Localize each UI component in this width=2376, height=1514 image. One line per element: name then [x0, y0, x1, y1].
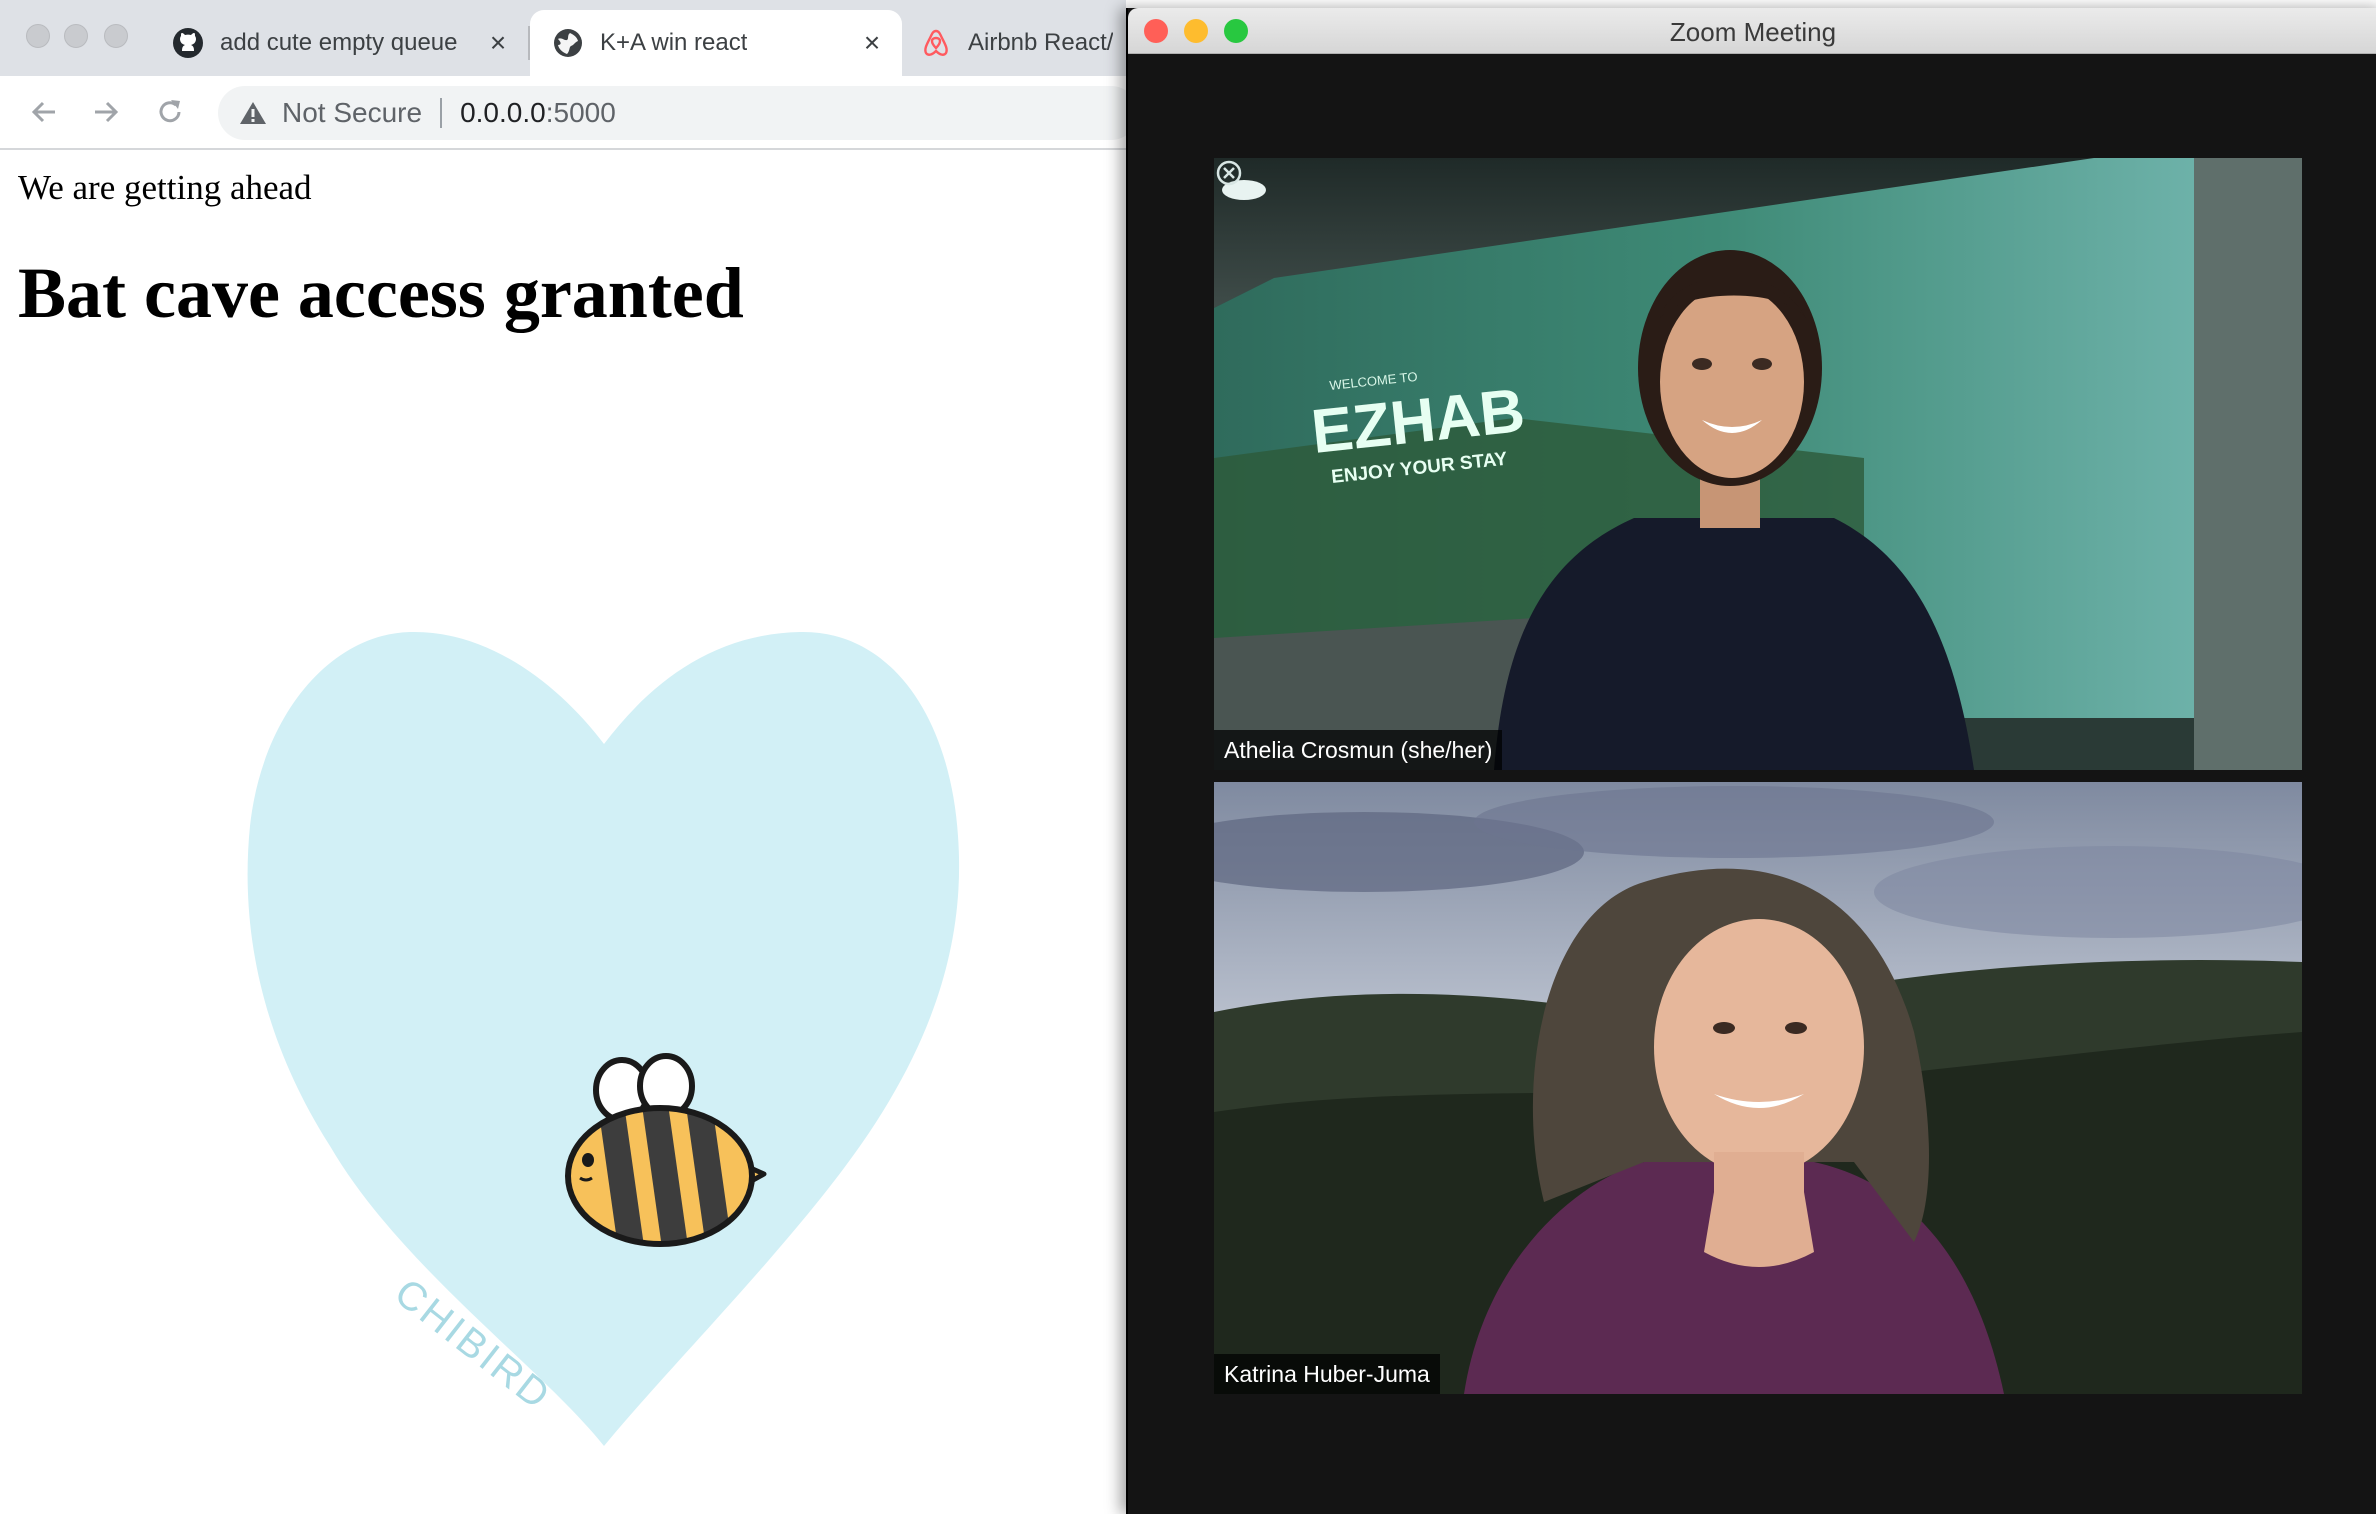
participant-name-label: Katrina Huber-Juma [1214, 1354, 1440, 1394]
reload-icon [159, 100, 181, 123]
tab-title: K+A win react [600, 29, 748, 56]
browser-minimize-button[interactable] [64, 24, 88, 48]
zoom-window: Zoom Meeting WELCOME TO EZHAB ENJOY YOUR… [1126, 8, 2376, 1514]
address-divider [440, 98, 443, 128]
arrow-left-icon [31, 101, 55, 123]
globe-icon [554, 29, 582, 57]
heart-shape [247, 631, 960, 1446]
forward-button[interactable] [84, 90, 128, 134]
video-feed: WELCOME TO EZHAB ENJOY YOUR STAY [1214, 158, 2302, 770]
tab-k-a-win-react[interactable]: K+A win react × [530, 10, 902, 76]
browser-window: add cute empty queue × K+A win react × A… [0, 0, 1126, 1514]
airbnb-icon [924, 29, 948, 56]
zoom-window-title: Zoom Meeting [1669, 17, 1837, 47]
browser-zoom-button[interactable] [104, 24, 128, 48]
video-feed [1214, 782, 2302, 1394]
video-tile-katrina[interactable]: Katrina Huber-Juma [1214, 782, 2302, 1394]
participant-name-label: Athelia Crosmun (she/her) [1214, 730, 1503, 770]
reload-button[interactable] [148, 90, 192, 134]
browser-toolbar: Not Secure 0.0.0.0:5000 [0, 76, 1126, 150]
security-label: Not Secure [282, 97, 423, 128]
warning-icon [240, 102, 266, 124]
back-button[interactable] [22, 90, 66, 134]
page-content: We are getting ahead Bat cave access gra… [0, 152, 1126, 1514]
arrow-right-icon [95, 101, 119, 123]
close-video-icon[interactable] [1214, 158, 1244, 188]
close-tab-icon[interactable]: × [482, 27, 514, 59]
browser-close-button[interactable] [26, 24, 50, 48]
github-icon [173, 28, 203, 58]
tab-title: Airbnb React/ [968, 29, 1114, 56]
tab-airbnb[interactable]: Airbnb React/ [920, 10, 1126, 76]
bee-heart-image: CHIBIRD [240, 626, 970, 1446]
zoom-titlebar[interactable]: Zoom Meeting [1128, 8, 2376, 54]
url-host: 0.0.0.0 [460, 97, 546, 128]
tab-strip: add cute empty queue × K+A win react × A… [0, 0, 1126, 76]
video-tile-athelia[interactable]: WELCOME TO EZHAB ENJOY YOUR STAY Athelia… [1214, 158, 2302, 770]
close-tab-icon[interactable]: × [856, 27, 888, 59]
address-bar[interactable]: Not Secure 0.0.0.0:5000 [218, 86, 1126, 140]
tab-github[interactable]: add cute empty queue × [172, 10, 528, 76]
page-heading: Bat cave access granted [18, 253, 744, 333]
tab-title: add cute empty queue [220, 29, 458, 56]
url-port: :5000 [545, 97, 616, 128]
page-paragraph: We are getting ahead [18, 168, 312, 207]
